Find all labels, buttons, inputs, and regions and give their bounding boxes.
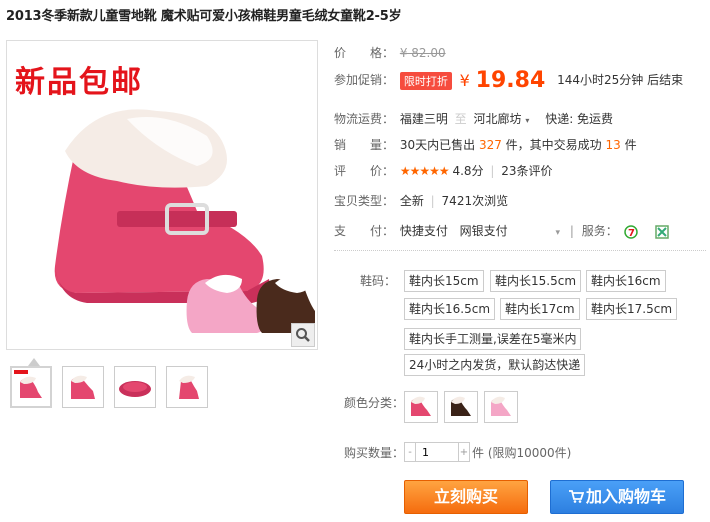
svg-text:7: 7 xyxy=(628,228,635,239)
sale-price: 19.84 xyxy=(475,68,546,93)
rating-label: 评 价： xyxy=(334,164,395,178)
sales-prefix: 30天内已售出 xyxy=(399,138,476,152)
promo-overlay-text: 新品包邮 xyxy=(15,65,143,100)
guarantee-icon[interactable] xyxy=(655,224,670,239)
thumbnail-2[interactable] xyxy=(62,366,104,408)
ship-sep: 至 xyxy=(454,112,467,126)
sold-count: 327 xyxy=(478,138,502,152)
decrement-button[interactable]: - xyxy=(405,447,415,458)
color-option-brown[interactable] xyxy=(444,391,478,423)
product-title: 2013冬季新款儿童雪地靴 魔术贴可爱小孩棉鞋男童毛绒女童靴2-5岁 xyxy=(6,9,402,24)
shipping-fee: 快递: 免运费 xyxy=(545,112,614,126)
rating-divider: | xyxy=(490,164,495,178)
thumbnail-4[interactable] xyxy=(166,366,208,408)
color-option-rose[interactable] xyxy=(404,391,438,423)
payment-method-bank: 网银支付 xyxy=(459,224,508,238)
type-divider: | xyxy=(430,194,435,208)
section-divider xyxy=(334,250,706,251)
increment-button[interactable]: + xyxy=(459,447,469,458)
quantity-label: 购买数量： xyxy=(344,446,405,460)
promotion-badge: 限时打折 xyxy=(399,71,452,90)
size-option[interactable]: 鞋内长15cm xyxy=(404,270,484,292)
size-option[interactable]: 鞋内长16.5cm xyxy=(404,298,496,320)
item-condition: 全新 xyxy=(399,194,424,208)
quantity-limit: 件 (限购10000件) xyxy=(472,446,572,460)
promotion-row: 参加促销： 限时打折 ¥ 19.84 144小时25分钟 后结束 xyxy=(334,68,683,93)
main-product-image[interactable]: 新品包邮 xyxy=(6,40,318,350)
payment-label: 支 付： xyxy=(334,224,395,238)
purchase-options: 鞋码： 鞋内长15cm 鞋内长15.5cm 鞋内长16cm 鞋内长16.5cm … xyxy=(334,256,706,500)
original-price: ¥ 82.00 xyxy=(399,46,446,60)
rating-row: 评 价： ★★★★★ 4.8分 | 23条评价 xyxy=(334,162,553,179)
service-label: 服务： xyxy=(581,224,618,238)
quantity-stepper: - + xyxy=(404,442,470,462)
color-option-pink[interactable] xyxy=(484,391,518,423)
thumbnail-strip xyxy=(10,366,208,408)
cart-icon xyxy=(568,482,585,514)
ship-to[interactable]: 河北廊坊 xyxy=(474,112,522,126)
review-count[interactable]: 23条评价 xyxy=(501,164,552,178)
size-option[interactable]: 鞋内长17.5cm xyxy=(586,298,678,320)
thumbnail-3[interactable] xyxy=(114,366,156,408)
shipping-row: 物流运费： 福建三明 至 河北廊坊 ▾ 快递: 免运费 xyxy=(334,110,613,127)
size-option[interactable]: 24小时之内发货，默认韵达快递 xyxy=(404,354,586,376)
price-row: 价 格： ¥ 82.00 xyxy=(334,44,446,61)
shipping-label: 物流运费： xyxy=(334,112,395,126)
ship-from: 福建三明 xyxy=(399,112,448,126)
type-row: 宝贝类型： 全新 | 7421次浏览 xyxy=(334,192,508,209)
add-to-cart-button[interactable]: 加入购物车 xyxy=(550,480,684,514)
promotion-label: 参加促销： xyxy=(334,73,395,87)
rating-score: 4.8分 xyxy=(452,164,484,178)
seven-day-return-icon[interactable]: 7 xyxy=(623,224,638,239)
service-divider: | xyxy=(569,224,574,238)
sales-suffix: 件 xyxy=(624,138,637,152)
payment-row: 支 付： 快捷支付 网银支付 ▾ | 服务： 7 xyxy=(334,222,670,239)
currency-symbol: ¥ xyxy=(459,71,470,90)
size-option[interactable]: 鞋内长16cm xyxy=(586,270,666,292)
sales-label: 销 量： xyxy=(334,138,395,152)
add-to-cart-label: 加入购物车 xyxy=(585,487,666,506)
size-option[interactable]: 鞋内长手工测量,误差在5毫米内 xyxy=(404,328,582,350)
size-option[interactable]: 鞋内长17cm xyxy=(500,298,580,320)
size-option[interactable]: 鞋内长15.5cm xyxy=(490,270,582,292)
size-label: 鞋码： xyxy=(360,274,397,288)
success-count: 13 xyxy=(605,138,621,152)
color-label: 颜色分类： xyxy=(344,396,405,410)
sales-mid: 件，其中交易成功 xyxy=(505,138,602,152)
buy-now-button[interactable]: 立刻购买 xyxy=(404,480,528,514)
magnifier-icon[interactable] xyxy=(291,323,315,347)
type-label: 宝贝类型： xyxy=(334,194,395,208)
view-count: 7421次浏览 xyxy=(441,194,509,208)
countdown-text: 144小时25分钟 后结束 xyxy=(557,73,684,87)
price-label: 价 格： xyxy=(334,46,395,60)
thumbnail-1[interactable] xyxy=(10,366,52,408)
payment-method-quick: 快捷支付 xyxy=(399,224,448,238)
payment-dropdown-icon[interactable]: ▾ xyxy=(556,228,561,238)
thumbnail-pointer xyxy=(28,358,40,366)
chevron-down-icon[interactable]: ▾ xyxy=(525,116,529,125)
quantity-input[interactable] xyxy=(415,443,459,461)
sales-row: 销 量： 30天内已售出 327 件，其中交易成功 13 件 xyxy=(334,136,637,153)
star-rating: ★★★★★ xyxy=(399,164,450,178)
